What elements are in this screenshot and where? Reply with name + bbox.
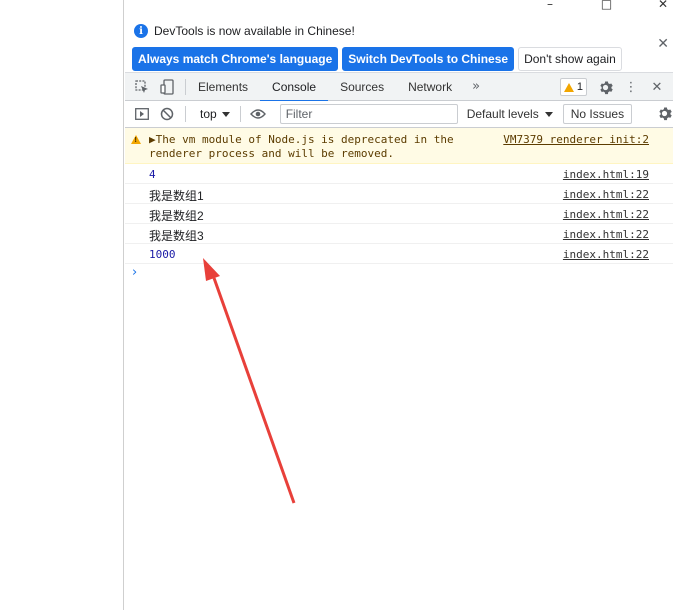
more-options-icon[interactable]: ⋮ [621,73,641,101]
levels-label: Default levels [466,107,539,121]
console-message: 我是数组3 index.html:22 [125,224,673,244]
window-controls: – □ ✕ [540,0,673,14]
tab-elements[interactable]: Elements [186,73,260,101]
source-link[interactable]: index.html:22 [563,188,649,201]
console-settings-gear-icon[interactable] [657,106,672,126]
context-selector[interactable]: top [200,107,230,121]
source-link[interactable]: index.html:19 [563,168,649,181]
clear-console-icon[interactable] [159,106,175,122]
default-levels-dropdown[interactable]: Default levels [467,107,553,121]
warning-count: 1 [576,81,583,93]
devtools-tabbar: Elements Console Sources Network » 1 ⋮ ✕ [125,73,673,102]
gear-icon[interactable] [595,73,615,101]
warning-text[interactable]: ▶The vm module of Node.js is deprecated … [149,133,479,161]
console-message: 4 index.html:19 [125,164,673,184]
info-icon: i [134,24,148,38]
tabbar-right: 1 ⋮ ✕ [559,73,673,101]
console-value: 1000 [149,248,176,261]
toolbar-separator [239,106,241,122]
close-icon[interactable]: ✕ [657,36,669,52]
close-devtools-icon[interactable]: ✕ [647,73,667,101]
tab-sources[interactable]: Sources [328,73,396,101]
page-content-area [0,0,124,610]
warning-icon [563,82,574,92]
console-value: 4 [149,168,156,181]
chevron-double-right-icon[interactable]: » [464,79,488,94]
context-value: top [200,107,217,121]
tab-network[interactable]: Network [396,73,464,101]
console-warning-message: ! ▶The vm module of Node.js is deprecate… [125,128,673,164]
devtools-panel: i DevTools is now available in Chinese! … [125,14,673,610]
console-value: 我是数组3 [149,229,204,243]
console-message: 我是数组1 index.html:22 [125,184,673,204]
source-link[interactable]: index.html:22 [563,248,649,261]
console-value: 我是数组1 [149,189,204,203]
language-infobar: i DevTools is now available in Chinese! … [125,14,673,73]
source-link[interactable]: index.html:22 [563,228,649,241]
infobar-message: DevTools is now available in Chinese! [154,24,355,38]
sidebar-toggle-icon[interactable] [134,106,150,122]
infobar-buttons: Always match Chrome's language Switch De… [132,47,622,71]
eye-icon[interactable] [249,106,266,122]
warning-count-badge[interactable]: 1 [559,78,587,96]
warning-source-link[interactable]: VM7379 renderer init:2 [503,133,649,146]
close-window-icon[interactable]: ✕ [653,0,673,10]
filter-input[interactable] [279,104,458,124]
switch-to-chinese-button[interactable]: Switch DevTools to Chinese [342,47,515,71]
console-toolbar: top Default levels No Issues [125,101,673,128]
console-message: 1000 index.html:22 [125,244,673,264]
toolbar-separator [185,106,186,122]
caret-down-icon [221,111,230,117]
minimize-icon[interactable]: – [540,0,560,10]
warning-icon-mark: ! [134,136,138,144]
no-issues-button[interactable]: No Issues [562,104,633,124]
console-output: ! ▶The vm module of Node.js is deprecate… [125,128,673,284]
prompt-chevron-icon: › [132,265,138,280]
caret-down-icon [544,111,553,117]
maximize-icon[interactable]: □ [597,0,617,10]
source-link[interactable]: index.html:22 [563,208,649,221]
console-prompt[interactable]: › [125,264,673,284]
inspect-element-icon[interactable] [134,79,150,95]
device-toolbar-icon[interactable] [159,78,175,95]
console-value: 我是数组2 [149,209,204,223]
console-message: 我是数组2 index.html:22 [125,204,673,224]
dont-show-again-button[interactable]: Don't show again [518,47,622,71]
tab-console[interactable]: Console [260,73,329,102]
always-match-language-button[interactable]: Always match Chrome's language [132,47,339,71]
infobar-message-line: i DevTools is now available in Chinese! [134,24,355,38]
